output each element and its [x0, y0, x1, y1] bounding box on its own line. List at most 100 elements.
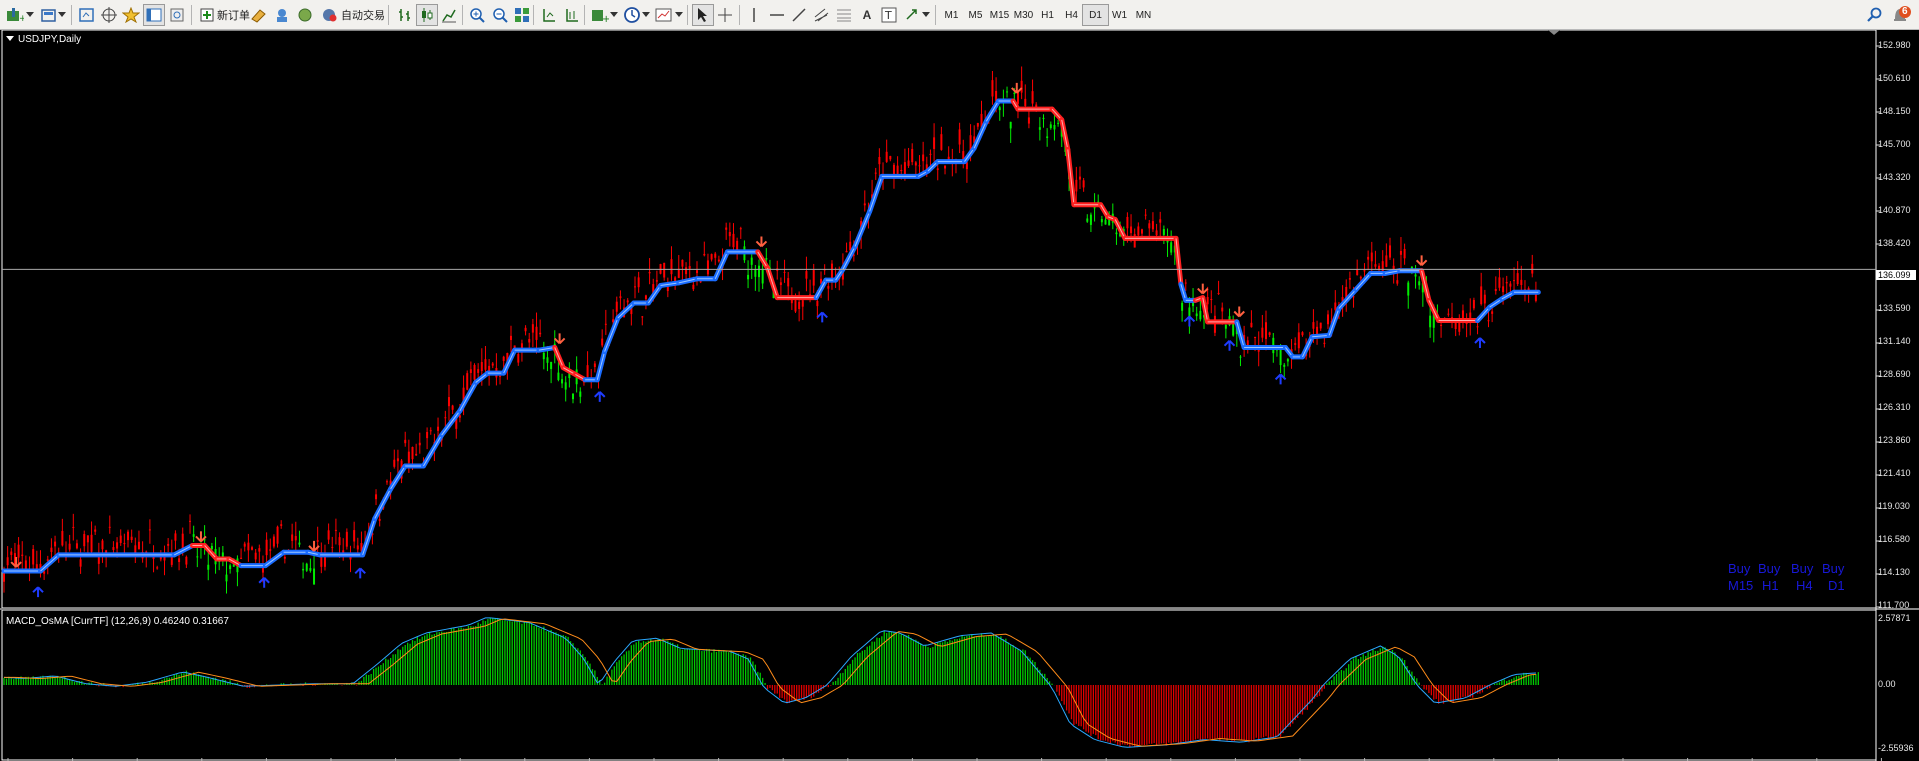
chart-shift-icon[interactable]	[538, 4, 560, 26]
auto-scroll-icon[interactable]	[561, 4, 583, 26]
candle-body	[557, 372, 560, 380]
candle-body	[1312, 322, 1315, 329]
timeframe-mn[interactable]: MN	[1130, 4, 1157, 26]
metaeditor-icon[interactable]	[248, 4, 270, 26]
line-chart-icon[interactable]	[438, 4, 460, 26]
horizontal-line-icon[interactable]	[766, 4, 788, 26]
candle-body	[375, 494, 378, 500]
notifications-icon[interactable]: 6	[1890, 4, 1912, 26]
dropdown-arrow-icon[interactable]	[640, 4, 652, 26]
chart-canvas[interactable]	[0, 30, 1919, 761]
market-watch-icon[interactable]	[76, 4, 98, 26]
timeframe-m15[interactable]: M15	[986, 4, 1013, 26]
candle-body	[958, 129, 961, 145]
candle-body	[1294, 343, 1297, 345]
terminal-icon[interactable]	[143, 4, 165, 26]
timeframe-m30[interactable]: M30	[1010, 4, 1037, 26]
candle-body	[750, 257, 753, 265]
zoom-in-icon[interactable]	[466, 4, 488, 26]
candle-body	[1348, 278, 1351, 280]
timeframe-d1[interactable]: D1	[1082, 4, 1109, 26]
buy-arrow-icon	[32, 586, 44, 598]
auto-trading-button[interactable]: 自动交易	[318, 4, 388, 26]
macd-tick: 2.57871	[1878, 613, 1911, 623]
price-tick: 116.580	[1878, 534, 1910, 544]
candle-body	[6, 557, 9, 566]
candle-body	[798, 301, 801, 310]
candle-body	[531, 324, 534, 333]
dropdown-arrow-icon[interactable]	[608, 4, 620, 26]
candle-body	[1246, 340, 1249, 346]
candle-body	[1195, 313, 1198, 317]
dropdown-arrow-icon[interactable]	[920, 4, 932, 26]
candle-body	[1367, 256, 1370, 260]
candlestick-icon[interactable]	[416, 4, 438, 26]
bar-chart-icon[interactable]	[394, 4, 416, 26]
candle-body	[1399, 250, 1402, 255]
crosshair-icon[interactable]	[98, 4, 120, 26]
candle-body	[933, 137, 936, 149]
macd-signal-line	[4, 618, 1536, 747]
crosshair-tool-icon[interactable]	[714, 4, 736, 26]
tile-windows-icon[interactable]	[511, 4, 533, 26]
text-tool-icon[interactable]: A	[856, 4, 878, 26]
candle-body	[1429, 315, 1432, 328]
timeframe-m1[interactable]: M1	[938, 4, 965, 26]
chart-window[interactable]: USDJPY,Daily MACD_OsMA [CurrTF] (12,26,9…	[0, 30, 1919, 761]
dropdown-arrow-icon[interactable]	[56, 4, 68, 26]
candle-body	[356, 545, 359, 550]
signal-tf-h1: H1	[1762, 578, 1779, 593]
candle-body	[415, 453, 418, 456]
candle-body	[444, 417, 447, 419]
timeframe-w1[interactable]: W1	[1106, 4, 1133, 26]
dropdown-arrow-icon[interactable]	[24, 4, 36, 26]
channel-icon[interactable]	[810, 4, 832, 26]
community-icon[interactable]	[294, 4, 316, 26]
navigator-icon[interactable]	[120, 4, 142, 26]
new-chart-icon[interactable]: +	[4, 4, 26, 26]
collapse-triangle-icon[interactable]	[6, 36, 14, 42]
candle-body	[302, 568, 305, 571]
price-tick: 121.410	[1878, 468, 1911, 478]
candle-body	[845, 250, 848, 253]
candle-body	[1020, 80, 1023, 93]
price-tick: 150.610	[1878, 73, 1911, 83]
candle-body	[1144, 214, 1147, 216]
candle-body	[1075, 179, 1078, 192]
candle-body	[108, 526, 111, 528]
text-label-icon[interactable]: T	[878, 4, 900, 26]
macd-tick: -2.55936	[1878, 743, 1914, 753]
chart-title-text: USDJPY,Daily	[18, 34, 82, 45]
search-icon[interactable]	[1864, 4, 1886, 26]
dropdown-arrow-icon[interactable]	[673, 4, 685, 26]
signals-icon[interactable]	[271, 4, 293, 26]
candle-body	[896, 165, 899, 174]
candle-body	[116, 542, 119, 549]
candle-body	[1254, 336, 1257, 339]
candle-body	[1487, 320, 1490, 322]
candle-body	[251, 547, 254, 550]
templates-icon[interactable]	[653, 4, 675, 26]
fibonacci-icon[interactable]	[833, 4, 855, 26]
candle-body	[601, 338, 604, 346]
candle-body	[619, 296, 622, 299]
candle-body	[1006, 91, 1009, 93]
candle-body	[765, 258, 768, 260]
vertical-line-icon[interactable]	[743, 4, 765, 26]
timeframe-h4[interactable]: H4	[1058, 4, 1085, 26]
candle-body	[692, 284, 695, 290]
candle-body	[272, 536, 275, 547]
trendline-icon[interactable]	[788, 4, 810, 26]
candle-body	[210, 545, 213, 550]
candle-body	[17, 544, 20, 558]
timeframe-m5[interactable]: M5	[962, 4, 989, 26]
zoom-out-icon[interactable]	[489, 4, 511, 26]
candle-body	[944, 165, 947, 169]
candle-body	[1363, 270, 1366, 272]
cursor-icon[interactable]	[692, 4, 714, 26]
timeframe-h1[interactable]: H1	[1034, 4, 1061, 26]
new-order-button[interactable]: 新订单	[196, 4, 253, 26]
strategy-tester-icon[interactable]	[166, 4, 188, 26]
candle-body	[207, 564, 210, 570]
signal-tf-d1: D1	[1828, 578, 1845, 593]
